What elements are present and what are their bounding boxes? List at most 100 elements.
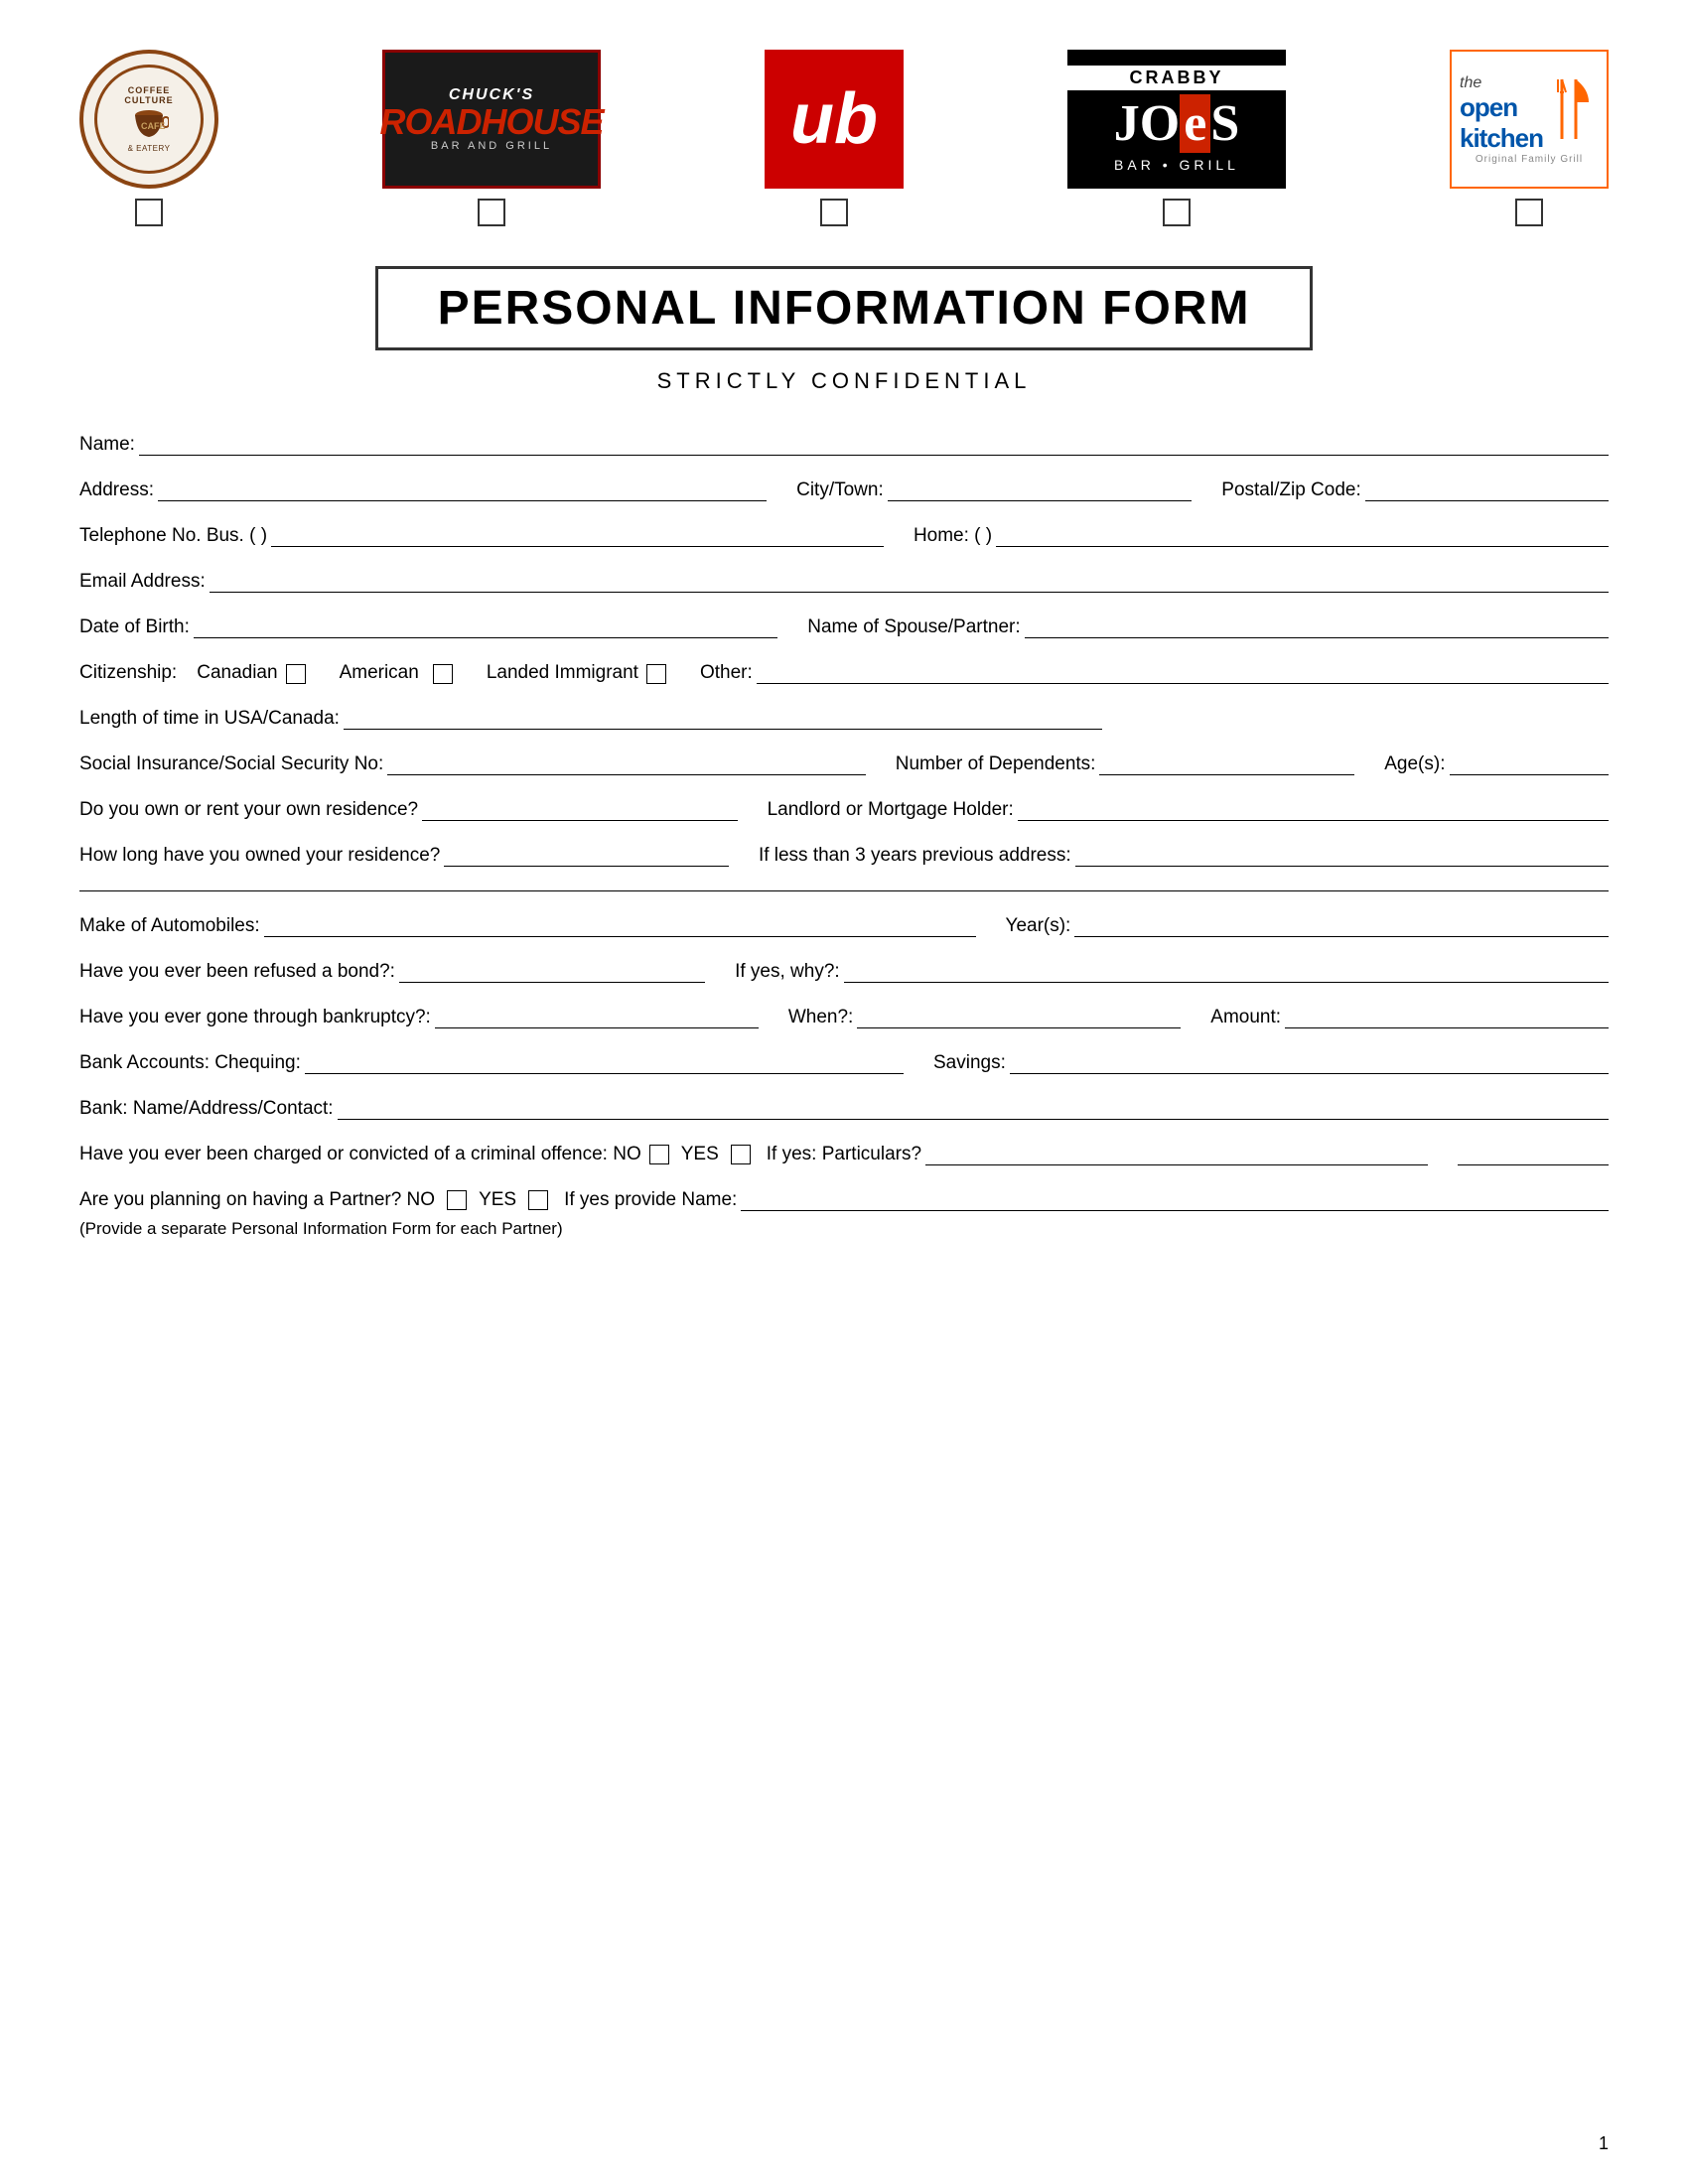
- partner-name-field[interactable]: [741, 1189, 1609, 1211]
- svg-text:CAFE: CAFE: [141, 121, 166, 131]
- criminal-row: Have you ever been charged or convicted …: [79, 1144, 1609, 1165]
- year-field[interactable]: [1074, 915, 1609, 937]
- bankruptcy-field[interactable]: [435, 1007, 759, 1028]
- postal-field[interactable]: [1365, 479, 1609, 501]
- partner-yes-label: YES: [479, 1189, 516, 1211]
- partner-row: Are you planning on having a Partner? NO…: [79, 1189, 1609, 1211]
- form-section: Name: Address: City/Town: Postal/Zip Cod…: [79, 434, 1609, 1239]
- home-field[interactable]: [996, 525, 1609, 547]
- if-less-label: If less than 3 years previous address:: [759, 845, 1071, 867]
- dob-label: Date of Birth:: [79, 616, 190, 638]
- logo-checkbox-coffee[interactable]: [135, 199, 163, 226]
- logo-open-kitchen: the open kitchen: [1450, 50, 1609, 226]
- email-row: Email Address:: [79, 571, 1609, 593]
- bond-why-field[interactable]: [844, 961, 1609, 983]
- own-rent-field[interactable]: [422, 799, 737, 821]
- american-label: American: [340, 662, 419, 684]
- chequing-field[interactable]: [305, 1052, 904, 1074]
- criminal-yes-label: YES: [681, 1144, 719, 1165]
- email-field[interactable]: [210, 571, 1609, 593]
- if-less-field[interactable]: [1075, 845, 1609, 867]
- savings-label: Savings:: [933, 1052, 1006, 1074]
- other-field[interactable]: [757, 662, 1609, 684]
- fork-knife-icon: [1554, 74, 1599, 144]
- landed-checkbox[interactable]: [646, 664, 666, 684]
- partner-no-checkbox[interactable]: [447, 1190, 467, 1210]
- other-label: Other:: [700, 662, 753, 684]
- coffee-cup-icon: CAFE: [129, 107, 169, 142]
- particulars-field-2[interactable]: [1458, 1144, 1609, 1165]
- address-label: Address:: [79, 479, 154, 501]
- bank-accounts-row: Bank Accounts: Chequing: Savings:: [79, 1052, 1609, 1074]
- bankruptcy-label: Have you ever gone through bankruptcy?:: [79, 1007, 431, 1028]
- email-label: Email Address:: [79, 571, 206, 593]
- bank-name-row: Bank: Name/Address/Contact:: [79, 1098, 1609, 1120]
- logo-chucks-roadhouse: CHUCK'S ROADHOUSE BAR AND GRILL: [382, 50, 601, 226]
- amount-field[interactable]: [1285, 1007, 1609, 1028]
- chequing-label: Bank Accounts: Chequing:: [79, 1052, 301, 1074]
- landlord-field[interactable]: [1018, 799, 1609, 821]
- logo-coffee-culture: COFFEE CULTURE CAFE & EATERY: [79, 50, 218, 226]
- criminal-yes-checkbox[interactable]: [731, 1145, 751, 1164]
- sin-label: Social Insurance/Social Security No:: [79, 753, 383, 775]
- bank-name-label: Bank: Name/Address/Contact:: [79, 1098, 334, 1120]
- how-long-field[interactable]: [444, 845, 729, 867]
- logo-checkbox-kitchen[interactable]: [1515, 199, 1543, 226]
- city-field[interactable]: [888, 479, 1193, 501]
- landlord-label: Landlord or Mortgage Holder:: [768, 799, 1014, 821]
- dependents-field[interactable]: [1099, 753, 1354, 775]
- criminal-no-checkbox[interactable]: [649, 1145, 669, 1164]
- ages-field[interactable]: [1450, 753, 1609, 775]
- bank-name-field[interactable]: [338, 1098, 1609, 1120]
- how-long-row: How long have you owned your residence? …: [79, 845, 1609, 867]
- divider-1: [79, 890, 1609, 891]
- logo-checkbox-ub[interactable]: [820, 199, 848, 226]
- address-row: Address: City/Town: Postal/Zip Code:: [79, 479, 1609, 501]
- bond-field[interactable]: [399, 961, 705, 983]
- spouse-label: Name of Spouse/Partner:: [807, 616, 1020, 638]
- canadian-checkbox[interactable]: [286, 664, 306, 684]
- telephone-row: Telephone No. Bus. ( ) Home: ( ): [79, 525, 1609, 547]
- dob-field[interactable]: [194, 616, 777, 638]
- logo-ub: ub: [765, 50, 904, 226]
- amount-label: Amount:: [1210, 1007, 1281, 1028]
- logo-crabby-joes: CRABBY J O e S BAR • GRILL: [1067, 50, 1286, 226]
- own-rent-row: Do you own or rent your own residence? L…: [79, 799, 1609, 821]
- logo-checkbox-crabby[interactable]: [1163, 199, 1191, 226]
- tel-field[interactable]: [271, 525, 884, 547]
- address-field[interactable]: [158, 479, 767, 501]
- dependents-label: Number of Dependents:: [896, 753, 1096, 775]
- landed-label: Landed Immigrant: [487, 662, 638, 684]
- auto-field[interactable]: [264, 915, 976, 937]
- spouse-field[interactable]: [1025, 616, 1609, 638]
- name-label: Name:: [79, 434, 135, 456]
- auto-row: Make of Automobiles: Year(s):: [79, 915, 1609, 937]
- length-time-field[interactable]: [344, 708, 1102, 730]
- savings-field[interactable]: [1010, 1052, 1609, 1074]
- length-time-row: Length of time in USA/Canada:: [79, 708, 1609, 730]
- sin-row: Social Insurance/Social Security No: Num…: [79, 753, 1609, 775]
- citizenship-row: Citizenship: Canadian American Landed Im…: [79, 662, 1609, 684]
- particulars-label: If yes: Particulars?: [767, 1144, 921, 1165]
- bankruptcy-row: Have you ever gone through bankruptcy?: …: [79, 1007, 1609, 1028]
- when-field[interactable]: [857, 1007, 1181, 1028]
- partner-yes-checkbox[interactable]: [528, 1190, 548, 1210]
- particulars-field[interactable]: [925, 1144, 1428, 1165]
- logos-row: COFFEE CULTURE CAFE & EATERY: [79, 50, 1609, 226]
- american-checkbox[interactable]: [433, 664, 453, 684]
- citizenship-label: Citizenship:: [79, 662, 177, 684]
- length-time-label: Length of time in USA/Canada:: [79, 708, 340, 730]
- bond-label: Have you ever been refused a bond?:: [79, 961, 395, 983]
- postal-label: Postal/Zip Code:: [1221, 479, 1360, 501]
- form-subtitle: STRICTLY CONFIDENTIAL: [79, 368, 1609, 394]
- name-row: Name:: [79, 434, 1609, 456]
- sin-field[interactable]: [387, 753, 865, 775]
- page-number: 1: [1599, 2133, 1609, 2154]
- logo-checkbox-chucks[interactable]: [478, 199, 505, 226]
- form-title: PERSONAL INFORMATION FORM: [438, 282, 1251, 335]
- criminal-label: Have you ever been charged or convicted …: [79, 1144, 641, 1165]
- name-field[interactable]: [139, 434, 1609, 456]
- city-label: City/Town:: [796, 479, 884, 501]
- year-label: Year(s):: [1006, 915, 1071, 937]
- own-rent-label: Do you own or rent your own residence?: [79, 799, 418, 821]
